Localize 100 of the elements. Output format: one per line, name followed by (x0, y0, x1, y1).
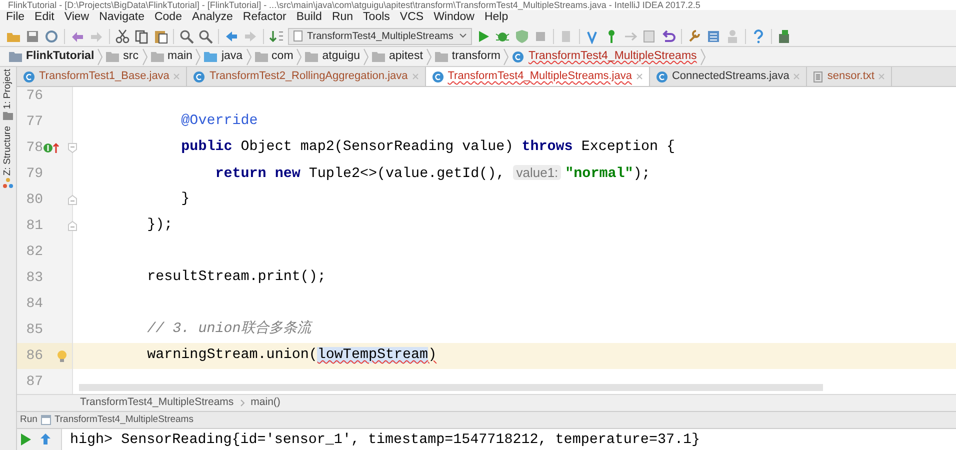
menu-item[interactable]: Tools (361, 9, 392, 27)
menu-item[interactable]: Code (152, 9, 184, 27)
console-output: high> SensorReading{id='sensor_1', timestamp=1547718212, temperature=37.1} (70, 431, 700, 449)
scissors-icon[interactable] (115, 28, 130, 44)
wrench-icon[interactable] (687, 28, 702, 44)
revert-arrow-icon[interactable] (661, 28, 676, 44)
vcs-update-icon[interactable] (585, 28, 600, 44)
folder-icon (106, 51, 120, 62)
code-line: }); (146, 216, 173, 236)
breadcrumb-item[interactable]: java (201, 48, 246, 66)
play-icon[interactable] (20, 433, 32, 446)
editor-tab[interactable]: TransformTest4_MultipleStreams.java (426, 67, 650, 86)
person-icon[interactable] (725, 28, 740, 44)
code-line: } (180, 190, 190, 210)
magnifier-icon[interactable] (179, 28, 194, 44)
breadcrumb-item[interactable]: transform (432, 48, 504, 66)
chevron-right-icon (426, 48, 432, 66)
chevron-right-icon (246, 48, 252, 66)
sort-arrows-icon[interactable] (269, 28, 284, 44)
panel-title: Run (20, 412, 38, 427)
save-icon[interactable] (25, 28, 40, 44)
sync-icon[interactable] (44, 28, 59, 44)
navigation-item[interactable]: main() (250, 395, 280, 411)
forward-arrow-icon[interactable] (243, 28, 258, 44)
close-icon[interactable] (636, 73, 643, 80)
plugin-icon[interactable] (777, 28, 792, 44)
breadcrumb-item[interactable]: apitest (369, 48, 426, 66)
chevron-down-icon (459, 33, 467, 39)
folder-icon (150, 51, 164, 62)
lightbulb-icon[interactable] (57, 350, 67, 362)
line-number: 81 (25, 216, 43, 236)
code-line: return new Tuple2<>(value.getId(), value1: "normal"); (214, 164, 650, 184)
menu-item[interactable]: Analyze (190, 9, 235, 27)
run-tab[interactable]: TransformTest4_MultipleStreams (41, 412, 194, 428)
breadcrumb-item[interactable]: main (148, 48, 196, 66)
tool-window-tab[interactable]: 1: Project (0, 69, 16, 110)
breadcrumb-item[interactable]: FlinkTutorial (6, 48, 98, 66)
menu-item[interactable]: File (4, 9, 27, 27)
paste-icon[interactable] (153, 28, 168, 44)
menu-item[interactable]: Window (432, 9, 476, 27)
magnifier-icon[interactable] (198, 28, 213, 44)
menu-item[interactable]: Build (294, 9, 324, 27)
menu-item[interactable]: Help (482, 9, 510, 27)
line-number: 78 (25, 138, 43, 158)
copy-icon[interactable] (134, 28, 149, 44)
text-file-icon (813, 70, 824, 82)
play-icon[interactable] (476, 28, 491, 44)
menu-item[interactable]: VCS (398, 9, 426, 27)
menu-item[interactable]: Refactor (240, 9, 288, 27)
code-line: @Override (180, 112, 258, 132)
breadcrumb-item[interactable]: src (103, 48, 142, 66)
breadcrumb-item[interactable]: atguigu (302, 48, 364, 66)
chevron-right-icon (97, 48, 104, 66)
close-icon[interactable] (878, 73, 886, 80)
fold-marker-icon[interactable] (68, 195, 77, 205)
code-line: resultStream.print(); (146, 268, 326, 288)
horizontal-scrollbar[interactable] (79, 384, 823, 391)
shield-run-icon[interactable] (514, 28, 529, 44)
line-number: 86 (25, 346, 43, 366)
line-number: 83 (25, 268, 43, 288)
close-icon[interactable] (793, 73, 800, 80)
folder-icon (204, 51, 218, 62)
breadcrumb-item[interactable]: com (252, 48, 296, 66)
back-arrow-icon[interactable] (224, 28, 239, 44)
menu-item[interactable]: Edit (32, 9, 56, 27)
close-icon[interactable] (412, 73, 419, 80)
chevron-right-icon (363, 48, 370, 66)
menu-item[interactable]: View (62, 9, 92, 27)
breadcrumb-item[interactable]: TransformTest4_MultipleStreams (509, 48, 700, 66)
structure-icon (3, 178, 13, 188)
fold-marker-icon[interactable] (68, 143, 77, 153)
folder-icon (434, 51, 448, 62)
help-icon[interactable] (751, 28, 766, 44)
chevron-right-icon (296, 48, 302, 66)
class-icon (656, 70, 668, 82)
folder-icon (9, 51, 22, 62)
line-number: 85 (25, 320, 43, 340)
up-arrow-icon[interactable] (40, 433, 51, 445)
line-number: 82 (25, 242, 43, 262)
code-line: public Object map2(SensorReading value) throws Exception { (180, 138, 675, 158)
chevron-right-icon (700, 48, 706, 66)
class-icon (193, 70, 206, 82)
line-number: 76 (25, 87, 43, 106)
navigation-item[interactable]: TransformTest4_MultipleStreams (80, 395, 234, 411)
class-icon (23, 70, 35, 82)
structure-icon[interactable] (706, 28, 721, 44)
code-line: warningStream.union(lowTempStream) (146, 346, 437, 366)
close-icon[interactable] (173, 73, 180, 80)
menu-item[interactable]: Navigate (97, 9, 146, 27)
tool-window-tab[interactable]: Z: Structure (0, 126, 16, 176)
class-icon (432, 70, 444, 82)
chevron-right-icon (195, 48, 202, 66)
window-title: FlinkTutorial - [D:\Projects\BigData\FlinkTutorial] - [FlinkTutorial] - ...\src\main\java\com\atguigu\apitest\transform\TransformTest4_MultipleStreams.java - IntelliJ IDEA 2017.2.5 (8, 0, 700, 10)
fold-marker-icon[interactable] (68, 221, 77, 231)
menu-item[interactable]: Run (330, 9, 356, 27)
line-number: 87 (25, 372, 43, 392)
folder-icon (3, 111, 13, 120)
chevron-right-icon (142, 48, 148, 66)
window-icon (41, 415, 52, 425)
run-configuration-dropdown[interactable]: TransformTest4_MultipleStreams (288, 28, 472, 44)
